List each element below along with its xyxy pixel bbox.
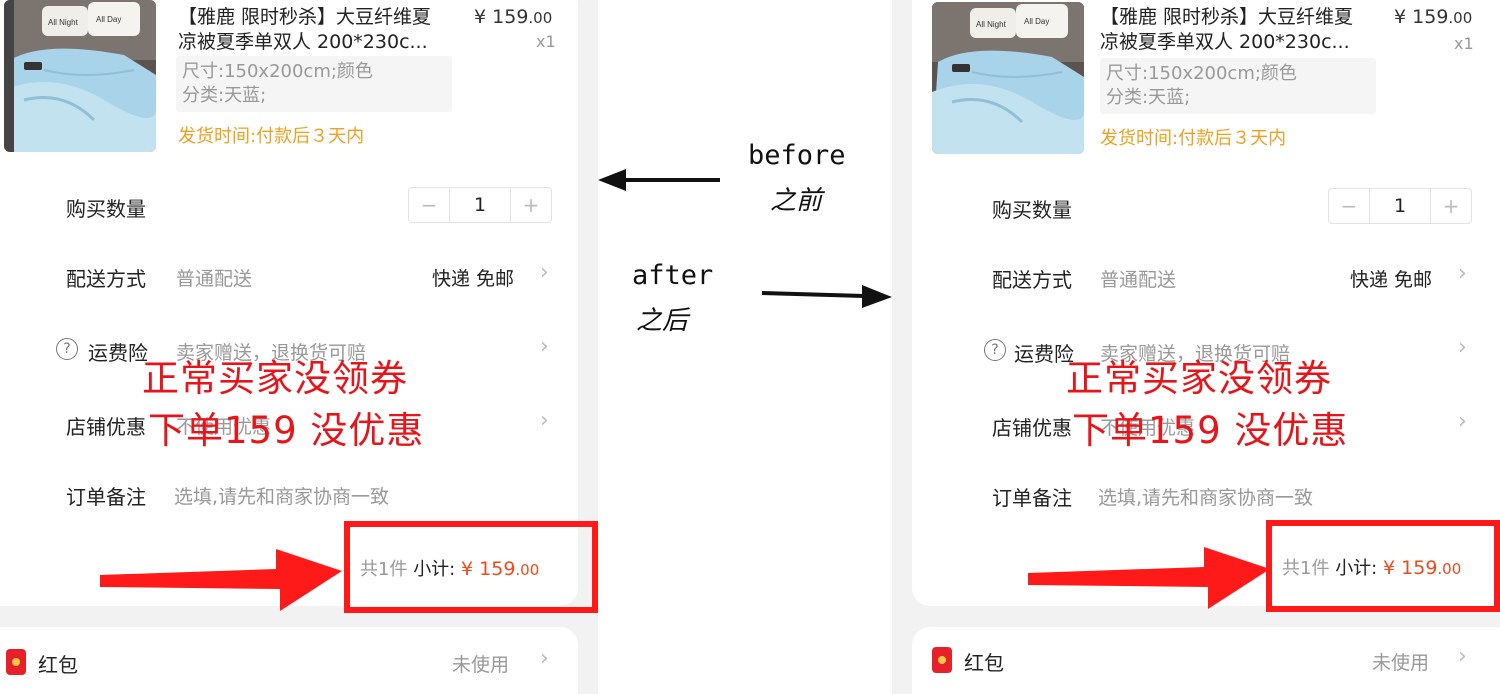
delivery-label: 配送方式	[992, 268, 1072, 292]
quantity-label: 购买数量	[992, 198, 1072, 222]
delivery-right[interactable]: 快递 免邮	[1350, 265, 1432, 292]
order-panel-before: All Night All Day 【雅鹿 限时秒杀】大豆纤维夏 凉被夏季单双人…	[0, 0, 598, 694]
product-price: ¥ 159.00	[1394, 6, 1472, 28]
arrow-right-icon	[761, 285, 892, 308]
product-title-line2[interactable]: 凉被夏季单双人 200*230c...	[1100, 30, 1350, 54]
annotation-before: before	[748, 140, 846, 171]
pillow-text-night: All Night	[48, 18, 79, 27]
product-title-line1[interactable]: 【雅鹿 限时秒杀】大豆纤维夏	[1100, 5, 1353, 29]
hongbao-value[interactable]: 未使用	[452, 650, 509, 677]
sku-line2: 分类:天蓝;	[1106, 87, 1191, 108]
insurance-label: 运费险	[1014, 342, 1074, 366]
subtotal-int: 159	[1401, 557, 1438, 579]
subtotal: 共1件 小计: ¥ 159.00	[1282, 554, 1461, 580]
delivery-value[interactable]: 普通配送	[1100, 265, 1176, 292]
order-panel-after: All Night All Day 【雅鹿 限时秒杀】大豆纤维夏 凉被夏季单双人…	[892, 0, 1500, 694]
subtotal-label: 小计:	[413, 559, 456, 580]
overlay-text-line1: 正常买家没领券	[142, 357, 408, 400]
delivery-value[interactable]: 普通配送	[176, 264, 252, 291]
subtotal-dec: .00	[515, 561, 540, 579]
arrow-left-icon	[598, 169, 720, 191]
annotation-before-cn: 之前	[770, 186, 823, 216]
subtotal-count: 共1件	[1282, 558, 1330, 579]
bedding-image: All Night All Day	[4, 0, 156, 152]
quantity-badge: x1	[536, 32, 556, 51]
sku-box[interactable]: 尺寸:150x200cm;颜色 分类:天蓝;	[1100, 58, 1376, 114]
chevron-right-icon[interactable]: ›	[540, 646, 549, 671]
store-discount-label: 店铺优惠	[66, 415, 146, 439]
store-discount-label: 店铺优惠	[992, 416, 1072, 440]
help-icon[interactable]: ?	[984, 339, 1006, 361]
product-title-line2[interactable]: 凉被夏季单双人 200*230c...	[178, 30, 428, 54]
subtotal-dec: .00	[1437, 560, 1462, 578]
ship-time: 发货时间:付款后３天内	[178, 126, 365, 147]
price-currency: ¥	[474, 6, 487, 28]
subtotal-amount: ¥ 159.00	[1383, 557, 1461, 579]
price-dec: .00	[1448, 9, 1473, 27]
quantity-badge: x1	[1454, 34, 1474, 53]
quantity-stepper[interactable]: − 1 +	[408, 187, 552, 223]
quantity-value[interactable]: 1	[1369, 189, 1431, 223]
plus-button[interactable]: +	[1431, 189, 1471, 223]
pillow-text-night: All Night	[976, 20, 1007, 29]
subtotal: 共1件 小计: ¥ 159.00	[360, 555, 539, 581]
pillow-text-day: All Day	[96, 15, 121, 24]
product-thumbnail[interactable]: All Night All Day	[932, 2, 1084, 154]
delivery-right[interactable]: 快递 免邮	[432, 264, 514, 291]
hongbao-label: 红包	[38, 653, 78, 677]
ship-time: 发货时间:付款后３天内	[1100, 128, 1287, 149]
hongbao-label: 红包	[964, 651, 1004, 675]
sku-box[interactable]: 尺寸:150x200cm;颜色 分类:天蓝;	[176, 56, 452, 112]
sku-line2: 分类:天蓝;	[182, 85, 267, 106]
price-currency: ¥	[1394, 6, 1407, 28]
minus-button[interactable]: −	[1329, 189, 1369, 223]
subtotal-label: 小计:	[1335, 558, 1378, 579]
chevron-right-icon[interactable]: ›	[540, 408, 549, 433]
annotation-after: after	[632, 260, 714, 291]
red-arrow-icon	[100, 549, 342, 611]
order-note-label: 订单备注	[66, 485, 146, 509]
subtotal-currency: ¥	[461, 558, 474, 580]
quantity-stepper[interactable]: − 1 +	[1328, 188, 1472, 224]
pillow-text-day: All Day	[1024, 17, 1049, 26]
insurance-label: 运费险	[88, 341, 148, 365]
sku-line1: 尺寸:150x200cm;颜色	[1106, 63, 1297, 84]
chevron-right-icon[interactable]: ›	[1458, 335, 1467, 360]
product-title-line1[interactable]: 【雅鹿 限时秒杀】大豆纤维夏	[178, 5, 431, 29]
order-note-input[interactable]: 选填,请先和商家协商一致	[174, 482, 389, 509]
price-int: 159	[492, 6, 529, 28]
red-packet-icon	[6, 649, 26, 675]
order-note-label: 订单备注	[992, 486, 1072, 510]
subtotal-amount: ¥ 159.00	[461, 558, 539, 580]
subtotal-currency: ¥	[1383, 557, 1396, 579]
help-icon[interactable]: ?	[56, 338, 78, 360]
overlay-text-line2: 下单159 没优惠	[148, 409, 425, 452]
price-dec: .00	[528, 9, 553, 27]
chevron-right-icon[interactable]: ›	[1458, 261, 1467, 286]
price-int: 159	[1412, 6, 1449, 28]
quantity-label: 购买数量	[66, 197, 146, 221]
product-thumbnail[interactable]: All Night All Day	[4, 0, 156, 152]
delivery-label: 配送方式	[66, 267, 146, 291]
red-arrow-icon	[1028, 547, 1270, 609]
chevron-right-icon[interactable]: ›	[1458, 644, 1467, 669]
order-note-input[interactable]: 选填,请先和商家协商一致	[1098, 483, 1313, 510]
product-price: ¥ 159.00	[474, 6, 552, 28]
minus-button[interactable]: −	[409, 188, 449, 222]
red-packet-icon	[932, 647, 952, 673]
chevron-right-icon[interactable]: ›	[1458, 409, 1467, 434]
hongbao-value[interactable]: 未使用	[1372, 648, 1429, 675]
overlay-text-line1: 正常买家没领券	[1066, 357, 1332, 400]
chevron-right-icon[interactable]: ›	[540, 334, 549, 359]
annotation-after-cn: 之后	[636, 306, 689, 336]
bedding-image: All Night All Day	[932, 2, 1084, 154]
subtotal-count: 共1件	[360, 559, 408, 580]
subtotal-int: 159	[479, 558, 516, 580]
overlay-text-line2: 下单159 没优惠	[1072, 409, 1349, 452]
sku-line1: 尺寸:150x200cm;颜色	[182, 61, 373, 82]
plus-button[interactable]: +	[511, 188, 551, 222]
quantity-value[interactable]: 1	[449, 188, 511, 222]
chevron-right-icon[interactable]: ›	[540, 260, 549, 285]
